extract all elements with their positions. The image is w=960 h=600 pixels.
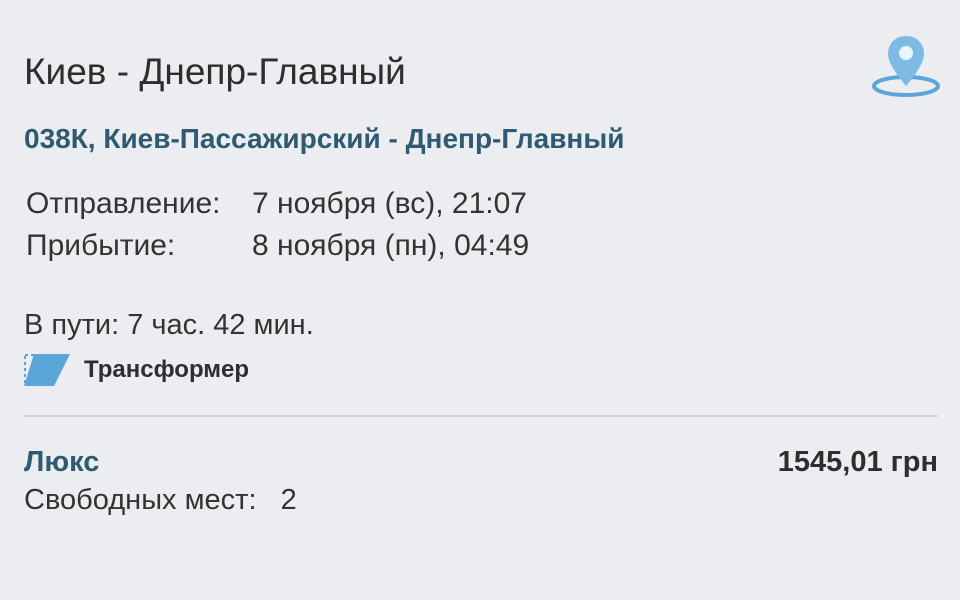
departure-value: 7 ноября (вс), 21:07 [252,187,527,220]
schedule: Отправление: 7 ноября (вс), 21:07 Прибыт… [26,183,529,267]
travel-duration: В пути: 7 час. 42 мин. [24,309,314,341]
map-pin-icon[interactable] [868,30,944,102]
transformer-label: Трансформер [84,356,250,383]
route-title: Киев - Днепр-Главный [24,51,406,92]
seat-class-name[interactable]: Люкс [24,443,99,481]
train-result-card[interactable]: Киев - Днепр-Главный 038К, Киев-Пассажир… [0,0,960,600]
available-seats: Свободных мест: 2 [24,480,297,520]
seat-price: 1545,01 грн [777,446,938,478]
transformer-icon [24,352,72,388]
departure-row: Отправление: 7 ноября (вс), 21:07 [26,183,529,225]
arrival-label: Прибытие: [26,229,176,262]
divider [24,415,938,417]
available-seats-count: 2 [280,484,297,516]
available-seats-label: Свободных мест: [24,484,257,516]
arrival-value: 8 ноября (пн), 04:49 [252,229,530,262]
transformer-tag: Трансформер [24,352,249,388]
departure-label: Отправление: [26,187,221,220]
train-number-route[interactable]: 038К, Киев-Пассажирский - Днепр-Главный [24,120,624,158]
arrival-row: Прибытие: 8 ноября (пн), 04:49 [26,225,529,267]
